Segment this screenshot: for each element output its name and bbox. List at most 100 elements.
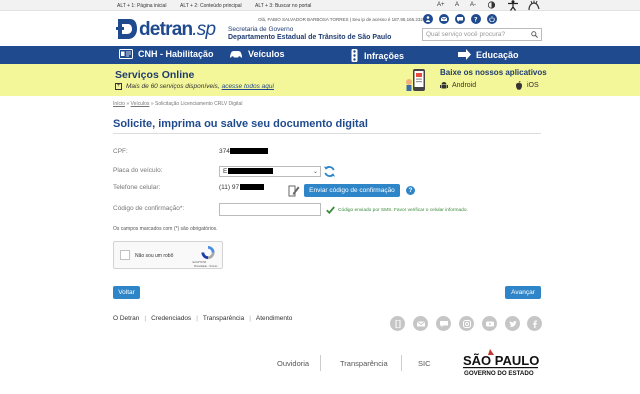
refresh-icon[interactable] [323, 165, 336, 178]
footer-separator: | [196, 315, 198, 322]
question-glyph-icon: ? [474, 17, 478, 23]
site-header: detran.sp Secretaria de Governo Departam… [0, 11, 640, 44]
title-divider [113, 133, 541, 134]
all-services-link[interactable]: acesse todos aqui [222, 83, 274, 90]
nav-label-infracoes: Infrações [364, 50, 405, 61]
main-nav: CNH - Habilitação Veículos Infrações Edu… [0, 46, 640, 64]
search-input[interactable]: Qual serviço você procura? [422, 28, 542, 41]
android-link[interactable]: Android [440, 81, 476, 90]
logo-suffix-text: .sp [192, 19, 216, 40]
apple-icon [516, 81, 522, 90]
chat-icon[interactable] [436, 316, 451, 331]
skip-link-search[interactable]: ALT + 3: Buscar no portal [255, 3, 311, 9]
gov-logo-line2: GOVERNO DO ESTADO [464, 370, 534, 377]
next-button[interactable]: Avançar [505, 286, 541, 299]
logo-main-text: detran [139, 19, 193, 40]
edit-icon[interactable] [288, 184, 300, 197]
breadcrumb-current: » Solicitação Licenciamento CRLV Digital [150, 101, 243, 107]
sign-language-icon[interactable] [527, 0, 541, 11]
mobile-app-icon [406, 69, 425, 91]
plate-select-value: E [223, 168, 228, 175]
breadcrumb-home[interactable]: Início [113, 101, 125, 107]
car-icon [230, 50, 242, 59]
required-fields-note: Os campos marcados com (*) são obrigatór… [113, 226, 218, 232]
font-increase-button[interactable]: A+ [437, 2, 445, 8]
chat-glyph-icon [439, 320, 448, 327]
instagram-glyph-icon [462, 319, 471, 328]
back-button[interactable]: Voltar [113, 286, 140, 299]
detran-logo-text[interactable]: detran.sp [139, 19, 216, 41]
recaptcha-brand: reCAPTCHA [192, 261, 207, 264]
code-label: Código de confirmação*: [113, 205, 185, 212]
banner-title: Serviços Online [115, 69, 195, 81]
recaptcha-links[interactable]: Privacidade - Termos [194, 265, 217, 268]
chevron-down-icon: ⌄ [312, 169, 318, 175]
nav-item-educacao[interactable]: Educação [458, 49, 519, 60]
font-decrease-button[interactable]: A- [470, 2, 476, 8]
confirmation-code-input[interactable] [219, 203, 321, 216]
mail-glyph-icon [416, 320, 425, 326]
phone-value: (11) 97 [219, 184, 265, 191]
sic-link[interactable]: SIC [418, 359, 431, 368]
twitter-icon[interactable] [505, 316, 520, 331]
cpf-value-text: 374 [219, 148, 230, 155]
footer-link-atendimento[interactable]: Atendimento [256, 315, 293, 322]
check-icon [326, 206, 335, 214]
svg-text:?: ? [474, 17, 478, 23]
accessibility-icon[interactable] [507, 0, 519, 11]
user-greeting: Olá, FABIO SALVADOR BARBOSA TORRES | Seu… [258, 17, 423, 22]
transparencia-link[interactable]: Transparência [340, 359, 388, 368]
breadcrumb-vehicles[interactable]: Veículos [131, 101, 150, 107]
redaction-bar [228, 168, 274, 175]
redaction-bar [240, 184, 265, 191]
font-normal-button[interactable]: A [455, 2, 459, 8]
instagram-icon[interactable] [459, 316, 474, 331]
footer-divider [320, 355, 321, 371]
facebook-icon[interactable] [527, 316, 542, 331]
redaction-bar [229, 148, 268, 155]
nav-item-infracoes[interactable]: Infrações [350, 49, 404, 62]
breadcrumb: Início » Veículos » Solicitação Licencia… [113, 101, 243, 107]
recaptcha-widget: Não sou um robô reCAPTCHA Privacidade - … [113, 241, 223, 269]
plus-icon[interactable]: + [115, 83, 122, 90]
phone-value-text: (11) 97 [219, 184, 240, 191]
cpf-value: 374 [219, 148, 268, 155]
power-glyph-icon [489, 16, 495, 22]
facebook-glyph-icon [532, 320, 537, 328]
mobile-glyph-icon [395, 319, 400, 328]
skip-link-content[interactable]: ALT + 2: Conteúdo principal [180, 3, 242, 9]
code-sent-message: Código enviado por SMS. Favor verificar … [338, 208, 468, 213]
recaptcha-checkbox[interactable] [120, 250, 130, 260]
plate-select[interactable]: E ⌄ [219, 166, 321, 177]
nav-item-veiculos[interactable]: Veículos [229, 49, 285, 59]
gov-department: Secretaria de Governo Departamento Estad… [228, 26, 391, 41]
footer-link-transparencia[interactable]: Transparência [203, 315, 244, 322]
skip-link-home[interactable]: ALT + 1: Página inicial [117, 3, 166, 9]
recaptcha-logo-icon [201, 245, 215, 260]
ouvidoria-link[interactable]: Ouvidoria [277, 359, 309, 368]
footer-link-credenciados[interactable]: Credenciados [151, 315, 191, 322]
send-code-button[interactable]: Enviar código de confirmação [304, 184, 400, 197]
youtube-icon[interactable] [482, 316, 497, 331]
ios-link[interactable]: iOS [515, 81, 539, 90]
footer-links: O Detran | Credenciados | Transparência | A… [113, 315, 292, 322]
mail-icon[interactable] [413, 316, 428, 331]
accessibility-bar: ALT + 1: Página inicial ALT + 2: Conteúd… [0, 0, 640, 11]
nav-item-cnh[interactable]: CNH - Habilitação [119, 49, 214, 59]
footer-link-detran[interactable]: O Detran [113, 315, 139, 322]
help-icon[interactable]: ? [406, 186, 415, 195]
gov-line-departamento: Departamento Estadual de Trânsito de São… [228, 33, 392, 41]
page-title: Solicite, imprima ou salve seu documento… [113, 118, 368, 130]
contrast-icon[interactable] [487, 1, 496, 9]
footer-divider [401, 355, 402, 371]
detran-logo-icon[interactable] [116, 17, 138, 41]
chat-glyph-icon [457, 17, 463, 22]
android-label: Android [452, 82, 477, 89]
apps-title: Baixe os nossos aplicativos [440, 68, 547, 77]
android-icon [440, 82, 448, 89]
arrow-sign-icon [458, 49, 471, 60]
search-icon[interactable] [531, 31, 538, 38]
banner-subtitle-text: Mais de 60 serviços disponíveis, [126, 83, 220, 90]
mobile-icon[interactable] [390, 316, 405, 331]
banner-subtitle: + Mais de 60 serviços disponíveis, acess… [115, 83, 274, 90]
